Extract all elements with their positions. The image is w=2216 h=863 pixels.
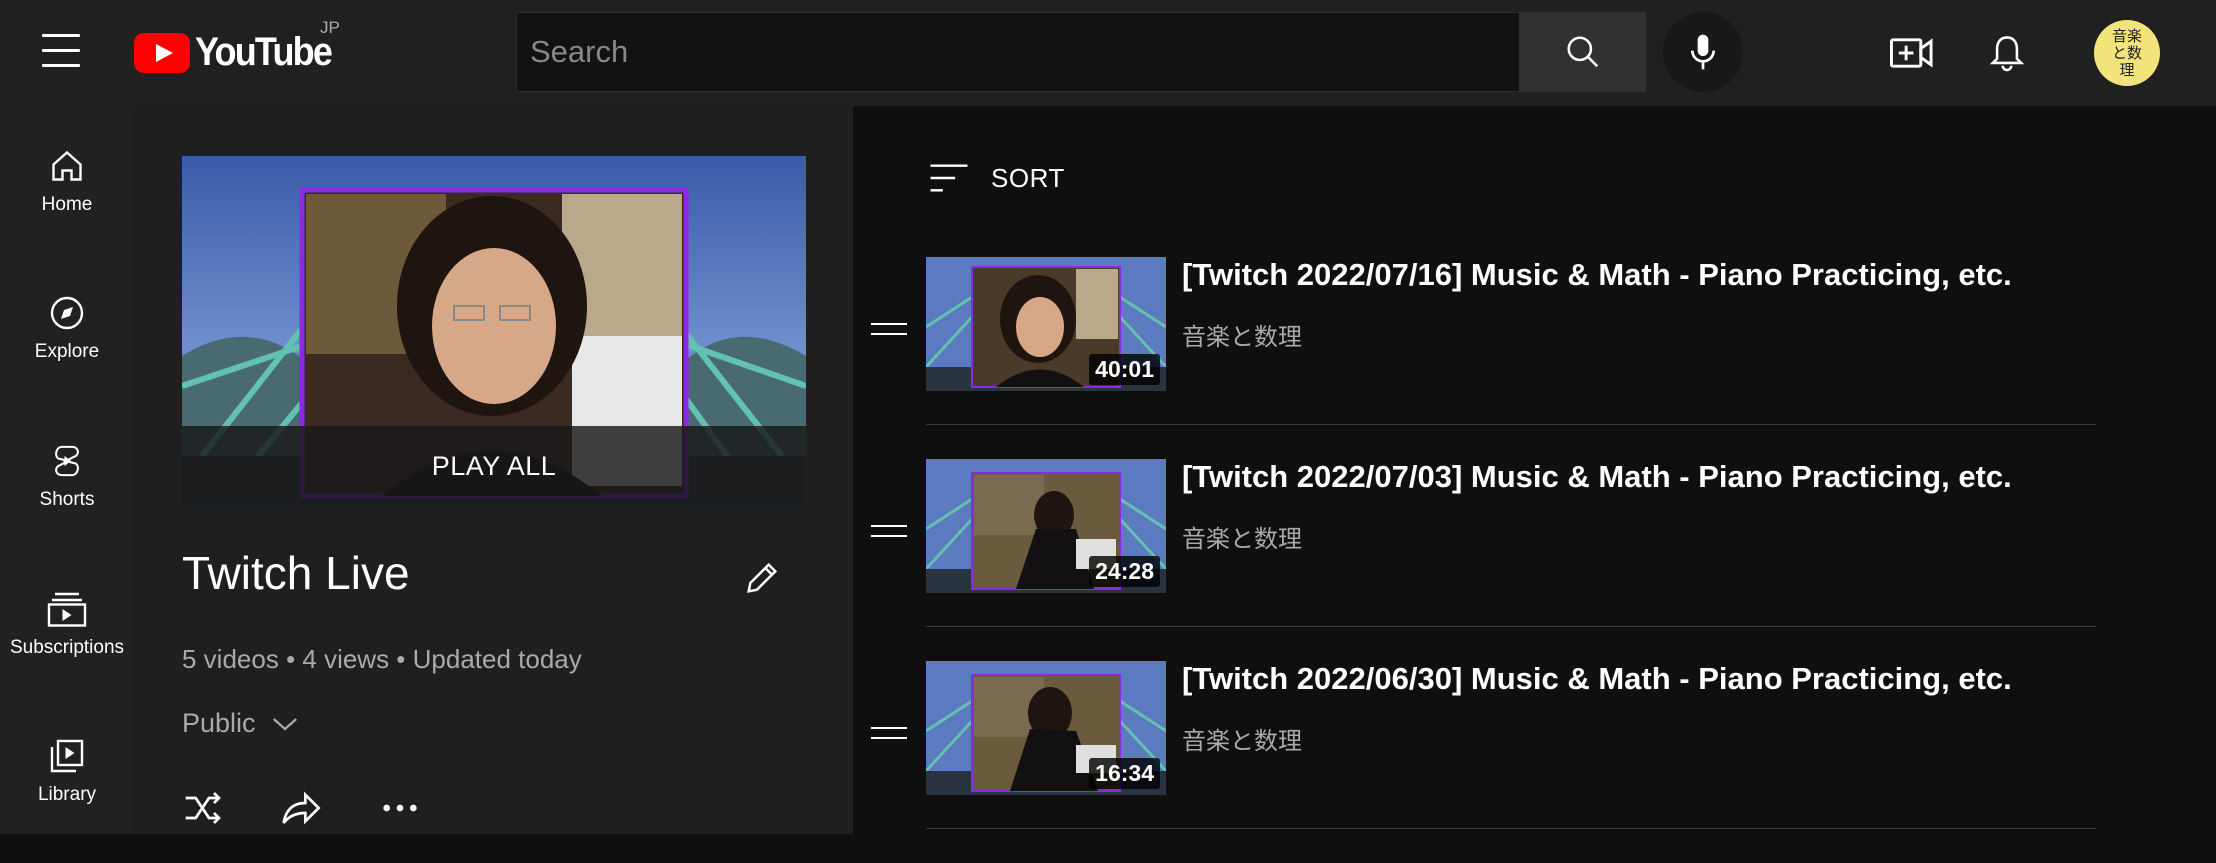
row-divider — [926, 424, 2096, 425]
region-code: JP — [320, 18, 340, 37]
more-horizontal-icon — [383, 804, 417, 812]
sidebar-item-label: Explore — [34, 341, 100, 362]
video-channel[interactable]: 音楽と数理 — [1182, 519, 1302, 554]
sort-icon — [930, 164, 968, 192]
compass-icon — [50, 296, 84, 330]
pencil-icon — [747, 562, 778, 593]
playlist-stats: 5 videos • 4 views • Updated today — [182, 644, 582, 674]
avatar-text: 音楽と数理 — [2111, 26, 2142, 79]
video-title[interactable]: [Twitch 2022/07/03] Music & Math - Piano… — [1182, 459, 2012, 495]
playlist-video-row[interactable]: 16:34 [Twitch 2022/06/30] Music & Math -… — [853, 661, 2103, 863]
drag-handle-icon[interactable] — [871, 323, 907, 341]
row-divider — [926, 828, 2096, 829]
shorts-icon — [55, 445, 79, 477]
account-avatar[interactable]: 音楽と数理 — [2094, 20, 2160, 86]
sidebar-item-label: Home — [41, 194, 93, 215]
home-icon — [52, 150, 82, 181]
edit-title-button[interactable] — [742, 558, 782, 603]
video-thumbnail[interactable]: 24:28 — [926, 459, 1166, 593]
create-video-button[interactable] — [1887, 28, 1937, 78]
search-button[interactable] — [1519, 12, 1646, 92]
drag-handle-icon[interactable] — [871, 525, 907, 543]
create-video-icon — [1890, 38, 1933, 68]
sidebar-item-label: Library — [37, 784, 97, 805]
video-thumbnail[interactable]: 40:01 — [926, 257, 1166, 391]
sort-button[interactable]: SORT — [929, 162, 1065, 194]
sidebar-item-library[interactable]: Library — [0, 696, 134, 806]
sidebar-item-subscriptions[interactable]: Subscriptions — [0, 549, 134, 659]
sidebar-item-label: Subscriptions — [9, 637, 125, 658]
video-channel[interactable]: 音楽と数理 — [1182, 317, 1302, 352]
search-icon — [1566, 36, 1598, 68]
shuffle-icon — [185, 792, 221, 824]
playlist-video-row[interactable]: 24:28 [Twitch 2022/07/03] Music & Math -… — [853, 459, 2103, 661]
video-title[interactable]: [Twitch 2022/06/30] Music & Math - Piano… — [1182, 661, 2012, 697]
microphone-icon — [1691, 34, 1715, 70]
top-bar: YouTube JP 音楽と数理 — [0, 0, 2216, 106]
video-title[interactable]: [Twitch 2022/07/16] Music & Math - Piano… — [1182, 257, 2012, 293]
more-options-button[interactable] — [378, 788, 422, 833]
privacy-value: Public — [182, 708, 256, 738]
shuffle-button[interactable] — [182, 788, 226, 833]
video-duration: 16:34 — [1089, 758, 1160, 789]
subscriptions-icon — [47, 592, 87, 627]
voice-search-button[interactable] — [1663, 12, 1743, 92]
playlist-video-row[interactable]: 40:01 [Twitch 2022/07/16] Music & Math -… — [853, 257, 2103, 459]
playlist-info-panel: PLAY ALL Twitch Live 5 videos • 4 views … — [134, 106, 853, 834]
search-input[interactable] — [530, 34, 1519, 70]
logo-text: YouTube — [195, 30, 333, 74]
drag-handle-icon[interactable] — [871, 727, 907, 745]
sidebar-item-shorts[interactable]: Shorts — [0, 401, 134, 511]
playlist-title: Twitch Live — [182, 547, 410, 599]
search-box — [516, 12, 1520, 92]
youtube-logo[interactable]: YouTube JP — [134, 18, 346, 75]
play-all-button[interactable]: PLAY ALL — [182, 426, 806, 506]
sort-label: SORT — [991, 162, 1065, 193]
notifications-button[interactable] — [1982, 28, 2032, 78]
row-divider — [926, 626, 2096, 627]
bell-icon — [1990, 36, 2024, 72]
sidebar-item-explore[interactable]: Explore — [0, 253, 134, 363]
sidebar: Home Explore Shorts Subscriptions Librar… — [0, 106, 134, 834]
video-duration: 40:01 — [1089, 354, 1160, 385]
sidebar-item-home[interactable]: Home — [0, 106, 134, 216]
playlist-video-list: SORT 40:01 [Twitch 2022/07/16] Music & M… — [853, 106, 2216, 834]
video-channel[interactable]: 音楽と数理 — [1182, 721, 1302, 756]
library-icon — [50, 739, 84, 773]
privacy-dropdown[interactable]: Public — [182, 708, 300, 739]
menu-icon[interactable] — [42, 34, 80, 70]
youtube-play-logo-icon — [134, 32, 190, 73]
share-button[interactable] — [280, 788, 324, 833]
share-icon — [282, 791, 321, 825]
video-thumbnail[interactable]: 16:34 — [926, 661, 1166, 795]
video-duration: 24:28 — [1089, 556, 1160, 587]
chevron-down-icon — [272, 717, 297, 731]
sidebar-item-label: Shorts — [39, 489, 95, 510]
